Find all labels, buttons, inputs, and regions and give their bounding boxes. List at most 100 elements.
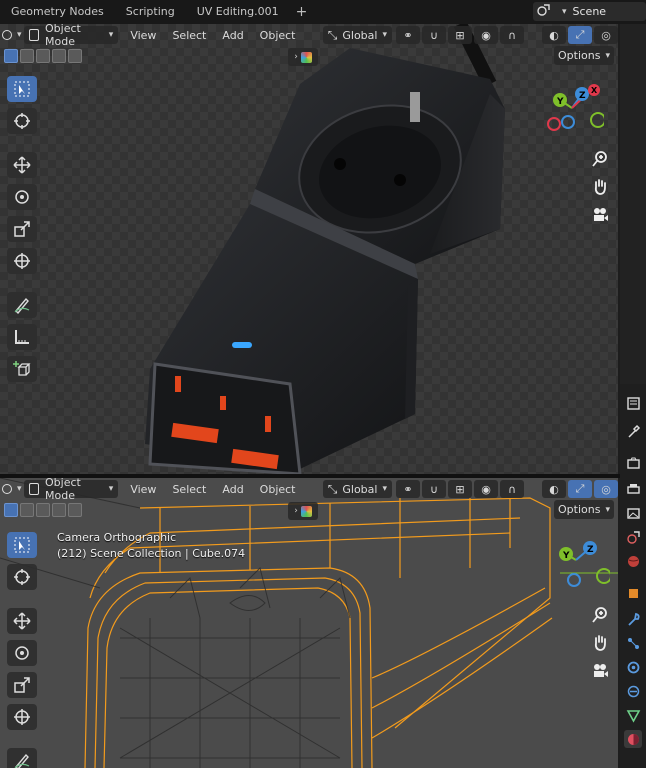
gizmo-toggle[interactable]: ⤢ xyxy=(568,480,592,498)
scale-tool[interactable] xyxy=(7,216,37,242)
options-dropdown[interactable]: Options ▾ xyxy=(554,46,614,65)
gizmo-toggle[interactable]: ⤢ xyxy=(568,26,592,44)
move-tool[interactable] xyxy=(7,152,37,178)
snap-target-dropdown[interactable]: ⊞ xyxy=(448,480,472,498)
snap-target-dropdown[interactable]: ⊞ xyxy=(448,26,472,44)
editor-type-button[interactable]: ▾ xyxy=(0,480,24,498)
menu-object[interactable]: Object xyxy=(252,29,304,42)
overlay-toggle[interactable]: ◎ xyxy=(594,26,618,44)
select-intersect-button[interactable] xyxy=(68,49,82,63)
properties-editor-button[interactable] xyxy=(624,394,642,412)
scene-cone-icon xyxy=(626,530,640,544)
transform-orientation-dropdown[interactable]: ⤡ Global ▾ xyxy=(322,480,392,498)
neg-x-handle[interactable] xyxy=(547,117,561,131)
rotate-tool[interactable] xyxy=(7,640,37,666)
proportional-edit-toggle[interactable]: ◉ xyxy=(474,26,498,44)
select-box-tool[interactable] xyxy=(7,76,37,102)
mode-dropdown[interactable]: Object Mode ▾ xyxy=(23,478,119,502)
overlay-toggle[interactable]: ◎ xyxy=(594,480,618,498)
neg-z-handle[interactable] xyxy=(561,115,575,129)
tab-scripting[interactable]: Scripting xyxy=(115,0,186,24)
tab-geometry-nodes[interactable]: Geometry Nodes xyxy=(0,0,115,24)
neg-y-handle[interactable] xyxy=(590,112,606,128)
rotate-tool[interactable] xyxy=(7,184,37,210)
scene-selector[interactable]: ▾ Scene xyxy=(533,2,646,21)
select-subtract-button[interactable] xyxy=(36,503,50,517)
tab-object[interactable] xyxy=(624,584,642,602)
tab-modifiers[interactable] xyxy=(624,610,642,628)
zoom-icon xyxy=(592,151,607,167)
menu-view[interactable]: View xyxy=(122,483,164,496)
add-workspace-button[interactable]: + xyxy=(290,4,314,20)
tab-scene[interactable] xyxy=(624,528,642,546)
select-intersect-button[interactable] xyxy=(68,503,82,517)
pivot-icon: ⚭ xyxy=(403,28,413,42)
navigation-gizmo[interactable]: Y Z xyxy=(546,540,612,592)
annotate-tool[interactable] xyxy=(7,748,37,768)
transform-orientation-dropdown[interactable]: ⤡ Global ▾ xyxy=(322,26,392,44)
overlay-icon: ◎ xyxy=(601,28,611,42)
menu-select[interactable]: Select xyxy=(164,29,214,42)
tab-material[interactable] xyxy=(624,730,642,748)
transform-tool[interactable] xyxy=(7,248,37,274)
proportional-edit-toggle[interactable]: ◉ xyxy=(474,480,498,498)
camera-view-button[interactable] xyxy=(588,204,612,226)
annotate-tool[interactable] xyxy=(7,292,37,318)
options-dropdown[interactable]: Options ▾ xyxy=(554,500,614,519)
measure-tool[interactable] xyxy=(7,324,37,350)
menu-object[interactable]: Object xyxy=(252,483,304,496)
cursor-tool[interactable] xyxy=(7,564,37,590)
select-invert-button[interactable] xyxy=(52,503,66,517)
neg-z-handle[interactable] xyxy=(567,573,581,587)
viewport-wireframe[interactable]: ▾ Object Mode ▾ View Select Add Object ⤡… xyxy=(0,478,618,768)
editor-type-button[interactable]: ▾ xyxy=(0,26,24,44)
visibility-dropdown[interactable]: ◐ xyxy=(542,26,566,44)
pan-button[interactable] xyxy=(588,632,612,654)
visibility-dropdown[interactable]: ◐ xyxy=(542,480,566,498)
tab-output[interactable] xyxy=(624,480,642,498)
pivot-point-button[interactable]: ⚭ xyxy=(396,26,420,44)
tab-render[interactable] xyxy=(624,454,642,472)
mode-dropdown[interactable]: Object Mode ▾ xyxy=(23,24,119,48)
scale-tool[interactable] xyxy=(7,672,37,698)
select-extend-button[interactable] xyxy=(20,49,34,63)
menu-select[interactable]: Select xyxy=(164,483,214,496)
proportional-icon: ◉ xyxy=(481,28,491,42)
menu-add[interactable]: Add xyxy=(214,29,251,42)
tab-world[interactable] xyxy=(624,552,642,570)
zoom-button[interactable] xyxy=(588,148,612,170)
tab-data[interactable] xyxy=(624,706,642,724)
tab-uv-editing[interactable]: UV Editing.001 xyxy=(186,0,290,24)
zoom-button[interactable] xyxy=(588,604,612,626)
eye-icon: ◐ xyxy=(549,28,559,42)
pivot-point-button[interactable]: ⚭ xyxy=(396,480,420,498)
menu-add[interactable]: Add xyxy=(214,483,251,496)
falloff-dropdown[interactable]: ∩ xyxy=(500,480,524,498)
object-type-filter[interactable]: › xyxy=(288,502,318,520)
neg-y-handle[interactable] xyxy=(596,568,612,584)
navigation-gizmo[interactable]: Y Z X xyxy=(540,82,606,134)
select-subtract-button[interactable] xyxy=(36,49,50,63)
tab-tool[interactable] xyxy=(624,422,642,440)
tab-view-layer[interactable] xyxy=(624,504,642,522)
tab-particles[interactable] xyxy=(624,634,642,652)
falloff-dropdown[interactable]: ∩ xyxy=(500,26,524,44)
select-new-button[interactable] xyxy=(4,49,18,63)
snap-toggle[interactable]: ∪ xyxy=(422,26,446,44)
tab-constraints[interactable] xyxy=(624,682,642,700)
snap-toggle[interactable]: ∪ xyxy=(422,480,446,498)
camera-view-button[interactable] xyxy=(588,660,612,682)
select-extend-button[interactable] xyxy=(20,503,34,517)
move-tool[interactable] xyxy=(7,608,37,634)
pan-button[interactable] xyxy=(588,176,612,198)
object-type-filter[interactable]: › xyxy=(288,48,318,66)
tab-physics[interactable] xyxy=(624,658,642,676)
menu-view[interactable]: View xyxy=(122,29,164,42)
select-invert-button[interactable] xyxy=(52,49,66,63)
select-box-tool[interactable] xyxy=(7,532,37,558)
select-new-button[interactable] xyxy=(4,503,18,517)
cursor-tool[interactable] xyxy=(7,108,37,134)
viewport-rendered[interactable]: ▾ Object Mode ▾ View Select Add Object ⤡… xyxy=(0,24,618,474)
add-cube-tool[interactable] xyxy=(7,356,37,382)
transform-tool[interactable] xyxy=(7,704,37,730)
